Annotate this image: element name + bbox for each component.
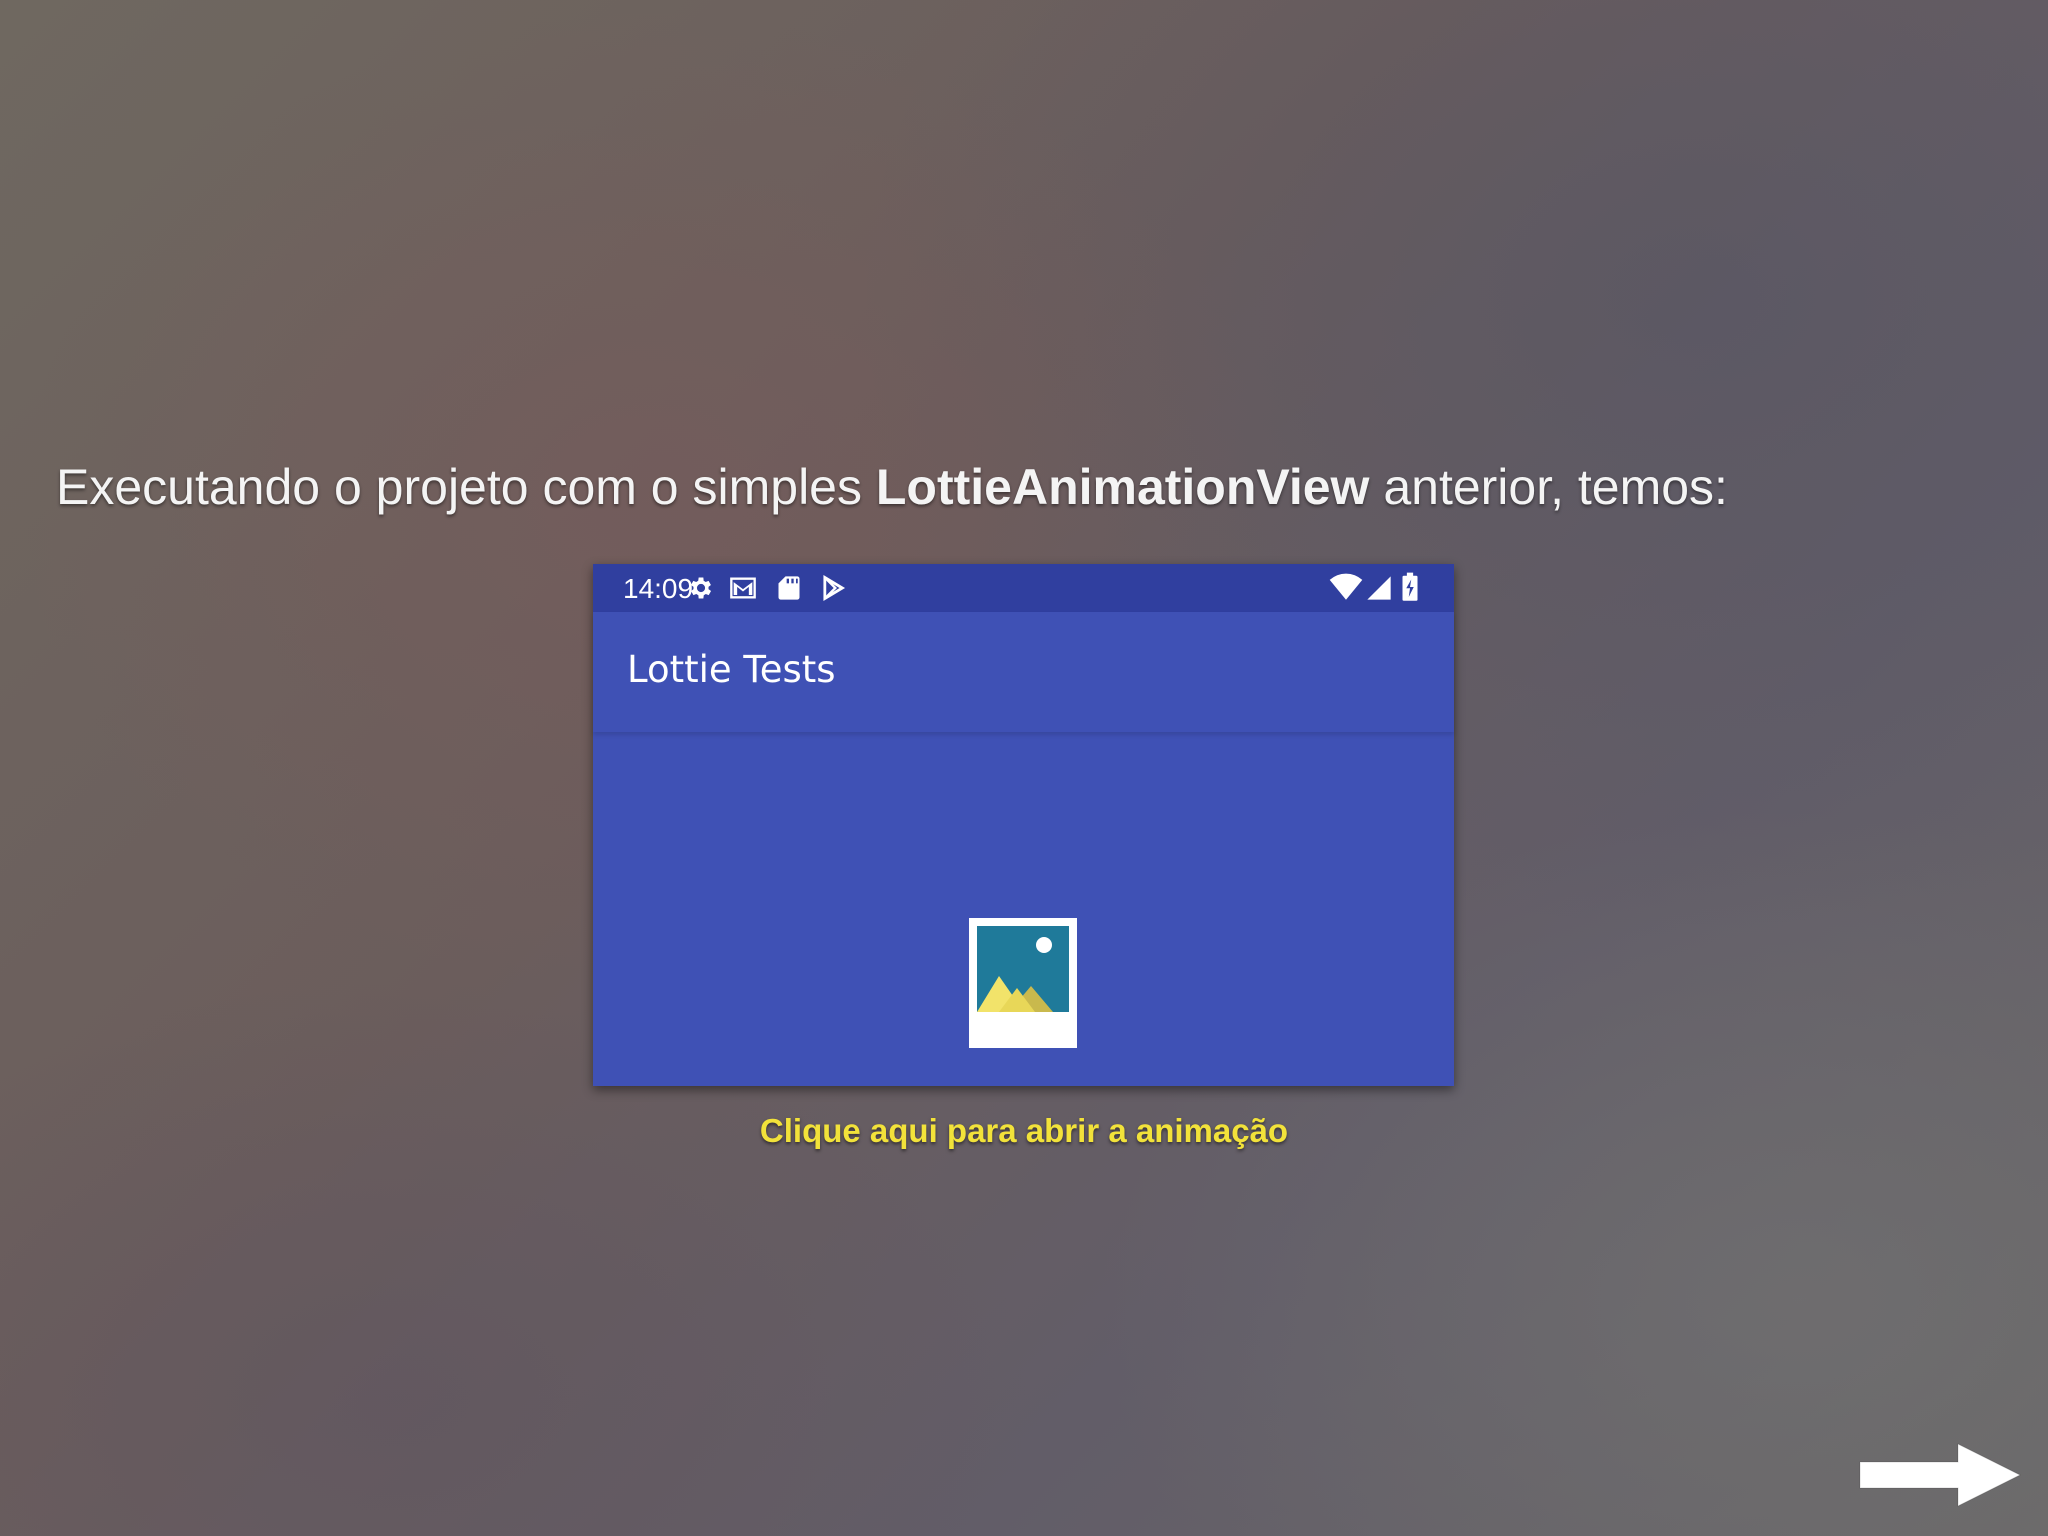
headline-text-before: Executando o projeto com o simples — [56, 459, 876, 515]
wifi-icon — [1329, 573, 1363, 600]
gmail-icon — [730, 577, 756, 599]
headline-bold-term: LottieAnimationView — [875, 459, 1370, 515]
status-time: 14:09 — [623, 573, 694, 604]
cellular-signal-icon — [1367, 576, 1391, 600]
phone-screenshot: 14:09 Lottie Tests — [593, 564, 1454, 1086]
sd-card-icon — [778, 576, 800, 600]
battery-charging-icon — [1402, 572, 1418, 601]
headline-text-after: anterior, temos: — [1369, 459, 1728, 515]
app-bar: Lottie Tests — [593, 612, 1454, 732]
settings-icon — [690, 577, 712, 599]
slide-headline: Executando o projeto com o simples Lotti… — [56, 458, 1728, 516]
app-title: Lottie Tests — [627, 648, 836, 691]
right-arrow-icon[interactable] — [1858, 1442, 2022, 1508]
image-placeholder-icon — [969, 918, 1077, 1048]
play-store-icon — [823, 575, 846, 601]
status-bar: 14:09 — [593, 564, 1454, 612]
open-animation-link[interactable]: Clique aqui para abrir a animação — [0, 1112, 2048, 1150]
